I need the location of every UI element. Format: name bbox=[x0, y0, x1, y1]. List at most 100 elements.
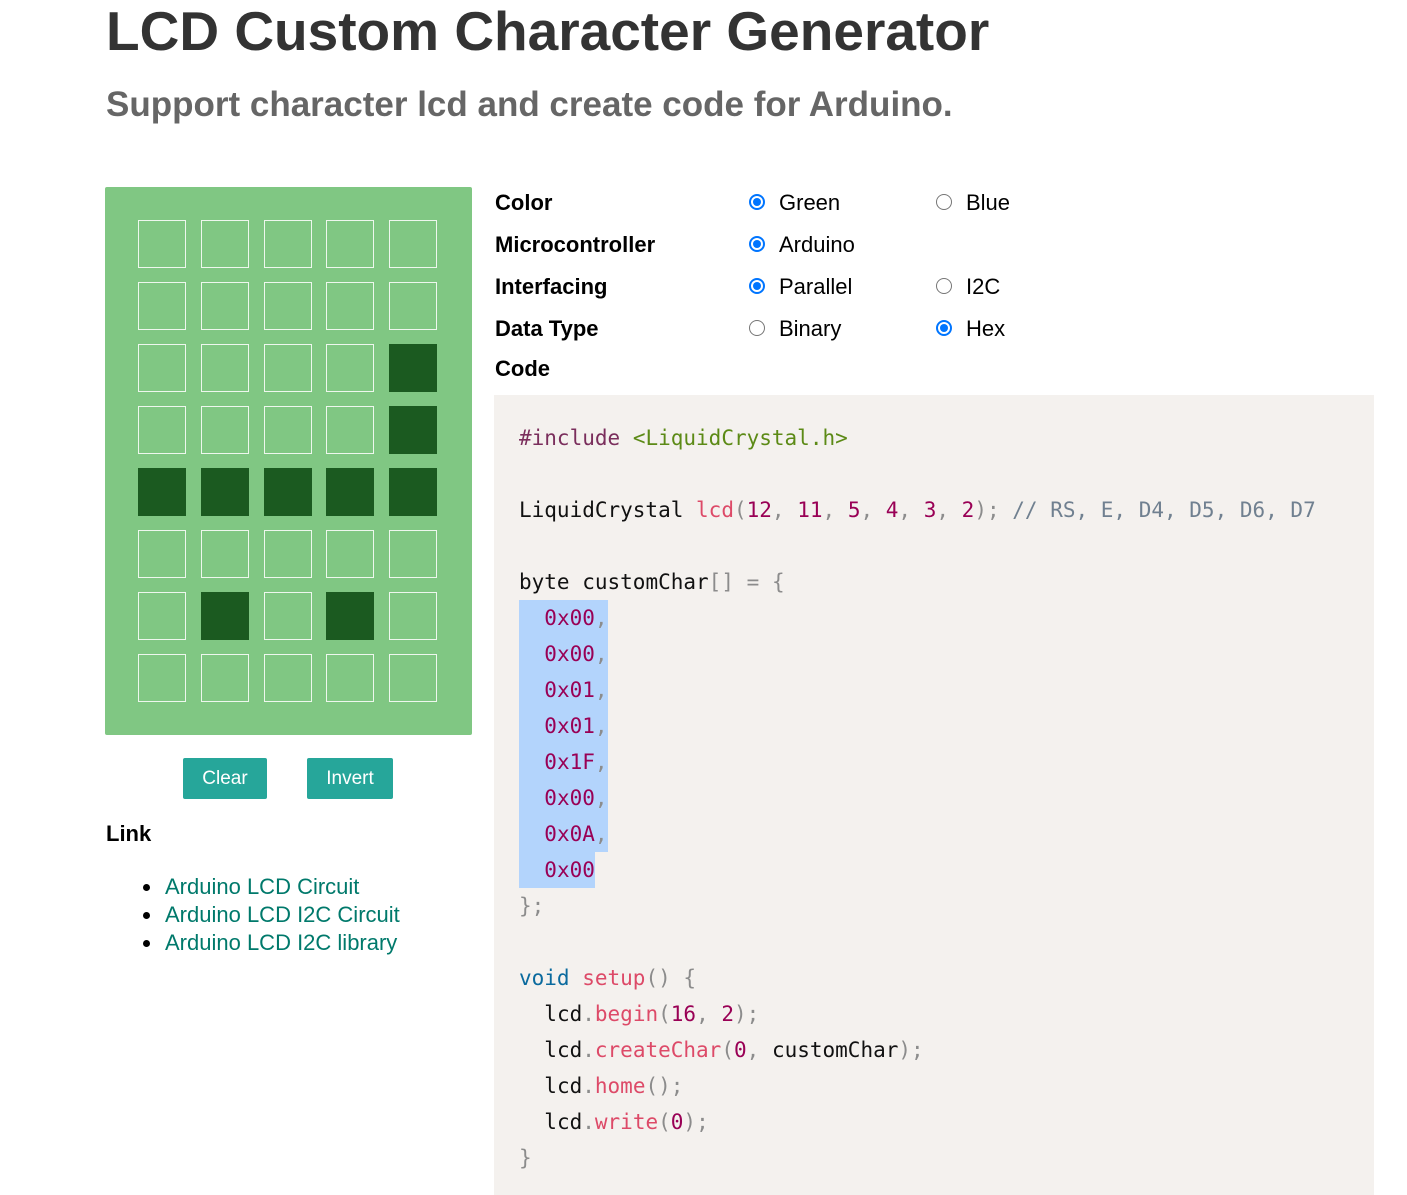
hex-value: 0x00 bbox=[544, 606, 595, 630]
radio-datatype-hex[interactable] bbox=[936, 320, 952, 336]
lcd-pixel-r2-c3[interactable] bbox=[326, 344, 375, 392]
array-type: byte bbox=[519, 570, 570, 594]
lcd-pixel-r1-c1[interactable] bbox=[200, 282, 249, 330]
pin-value: 4 bbox=[885, 498, 899, 522]
lcd-pixel-r5-c4[interactable] bbox=[389, 530, 437, 578]
write-function: write bbox=[594, 1110, 659, 1134]
color-label: Color bbox=[495, 190, 553, 215]
lcd-pixel-r4-c4[interactable] bbox=[389, 468, 437, 516]
lcd-pixel-r4-c2[interactable] bbox=[263, 468, 312, 516]
code-line-setup-close: } bbox=[519, 1146, 532, 1170]
microcontroller-label: Microcontroller bbox=[495, 232, 656, 257]
clear-button[interactable]: Clear bbox=[183, 758, 267, 799]
list-item: Arduino LCD I2C Circuit bbox=[143, 901, 400, 929]
code-block[interactable]: #include <LiquidCrystal.h> LiquidCrystal… bbox=[494, 395, 1374, 1195]
link-arduino-lcd-i2c-circuit[interactable]: Arduino LCD I2C Circuit bbox=[165, 902, 400, 927]
radio-interfacing-i2c[interactable] bbox=[936, 278, 952, 294]
radio-color-green[interactable] bbox=[749, 194, 765, 210]
lcd-pixel-r5-c3[interactable] bbox=[326, 530, 375, 578]
lcd-object: lcd bbox=[544, 1074, 583, 1098]
lcd-pixel-r6-c2[interactable] bbox=[263, 592, 312, 640]
lcd-pixel-r6-c0[interactable] bbox=[138, 592, 186, 640]
invert-button[interactable]: Invert bbox=[307, 758, 393, 799]
radio-color-blue[interactable] bbox=[936, 194, 952, 210]
list-item: Arduino LCD Circuit bbox=[143, 873, 400, 901]
radio-label-binary[interactable]: Binary bbox=[779, 315, 841, 343]
lcd-pixel-r0-c0[interactable] bbox=[138, 220, 186, 268]
code-line-hex: 0x00, bbox=[519, 600, 1316, 636]
code-line-home: lcd.home(); bbox=[544, 1074, 684, 1098]
lcd-pixel-r7-c3[interactable] bbox=[326, 654, 375, 702]
code-line-lcd-init: LiquidCrystal lcd(12, 11, 5, 4, 3, 2); /… bbox=[519, 498, 1316, 522]
radio-label-blue[interactable]: Blue bbox=[966, 189, 1010, 217]
lcd-pixel-r6-c4[interactable] bbox=[389, 592, 437, 640]
lcd-pixel-r2-c2[interactable] bbox=[263, 344, 312, 392]
lcd-pixel-r7-c2[interactable] bbox=[263, 654, 312, 702]
radio-label-parallel[interactable]: Parallel bbox=[779, 273, 852, 301]
pin-value: 11 bbox=[797, 498, 823, 522]
lcd-pixel-r1-c3[interactable] bbox=[326, 282, 375, 330]
lcd-type: LiquidCrystal bbox=[519, 498, 684, 522]
interfacing-label: Interfacing bbox=[495, 274, 608, 299]
lcd-pixel-r6-c3[interactable] bbox=[326, 592, 375, 640]
lcd-pixel-r0-c3[interactable] bbox=[326, 220, 375, 268]
link-list: Arduino LCD Circuit Arduino LCD I2C Circ… bbox=[143, 873, 400, 957]
lcd-pixel-r1-c2[interactable] bbox=[263, 282, 312, 330]
hex-value: 0x0A bbox=[544, 822, 595, 846]
radio-interfacing-parallel[interactable] bbox=[749, 278, 765, 294]
code-line-hex: 0x00 bbox=[519, 852, 1316, 888]
radio-datatype-binary[interactable] bbox=[749, 320, 765, 336]
lcd-object: lcd bbox=[544, 1110, 583, 1134]
lcd-pixel-r3-c3[interactable] bbox=[326, 406, 375, 454]
hex-value: 0x01 bbox=[544, 678, 595, 702]
createchar-function: createChar bbox=[594, 1038, 722, 1062]
lcd-pixel-r5-c0[interactable] bbox=[138, 530, 186, 578]
hex-value: 0x00 bbox=[544, 786, 595, 810]
radio-label-arduino[interactable]: Arduino bbox=[779, 231, 855, 259]
lcd-pixel-r7-c1[interactable] bbox=[200, 654, 249, 702]
lcd-pixel-r4-c3[interactable] bbox=[326, 468, 375, 516]
lcd-pixel-r7-c4[interactable] bbox=[389, 654, 437, 702]
lcd-pixel-r3-c1[interactable] bbox=[200, 406, 249, 454]
radio-label-green[interactable]: Green bbox=[779, 189, 840, 217]
hex-value: 0x00 bbox=[544, 642, 595, 666]
lcd-pixel-r3-c4[interactable] bbox=[389, 406, 437, 454]
lcd-pixel-r2-c4[interactable] bbox=[389, 344, 437, 392]
lcd-object: lcd bbox=[544, 1038, 583, 1062]
code-line-hex: 0x1F, bbox=[519, 744, 1316, 780]
lcd-pixel-r3-c2[interactable] bbox=[263, 406, 312, 454]
include-file: <LiquidCrystal.h> bbox=[632, 426, 848, 450]
hex-value: 0x00 bbox=[544, 858, 595, 882]
radio-label-i2c[interactable]: I2C bbox=[966, 273, 1000, 301]
lcd-pixel-r6-c1[interactable] bbox=[200, 592, 249, 640]
pin-value: 12 bbox=[746, 498, 772, 522]
list-item: Arduino LCD I2C library bbox=[143, 929, 400, 957]
radio-microcontroller-arduino[interactable] bbox=[749, 236, 765, 252]
lcd-pixel-r7-c0[interactable] bbox=[138, 654, 186, 702]
lcd-pixel-r2-c0[interactable] bbox=[138, 344, 186, 392]
radio-label-hex[interactable]: Hex bbox=[966, 315, 1005, 343]
lcd-pixel-r4-c1[interactable] bbox=[200, 468, 249, 516]
setup-function: setup bbox=[582, 966, 646, 990]
link-arduino-lcd-circuit[interactable]: Arduino LCD Circuit bbox=[165, 874, 359, 899]
lcd-pixel-r5-c1[interactable] bbox=[200, 530, 249, 578]
lcd-pixel-r4-c0[interactable] bbox=[138, 468, 186, 516]
lcd-pixel-r0-c2[interactable] bbox=[263, 220, 312, 268]
link-arduino-lcd-i2c-library[interactable]: Arduino LCD I2C library bbox=[165, 930, 397, 955]
lcd-name: lcd bbox=[696, 498, 734, 522]
lcd-pixel-r5-c2[interactable] bbox=[263, 530, 312, 578]
pin-value: 5 bbox=[847, 498, 861, 522]
lcd-pixel-r0-c1[interactable] bbox=[200, 220, 249, 268]
code-line-hex: 0x01, bbox=[519, 672, 1316, 708]
lcd-pixel-r1-c4[interactable] bbox=[389, 282, 437, 330]
code-line-createchar: lcd.createChar(0, customChar); bbox=[544, 1038, 924, 1062]
lcd-pixel-r2-c1[interactable] bbox=[200, 344, 249, 392]
lcd-pixel-r1-c0[interactable] bbox=[138, 282, 186, 330]
createchar-arg: 0 bbox=[733, 1038, 747, 1062]
bullet-icon bbox=[143, 884, 150, 891]
lcd-pixel-r3-c0[interactable] bbox=[138, 406, 186, 454]
lcd-pixel-r0-c4[interactable] bbox=[389, 220, 437, 268]
